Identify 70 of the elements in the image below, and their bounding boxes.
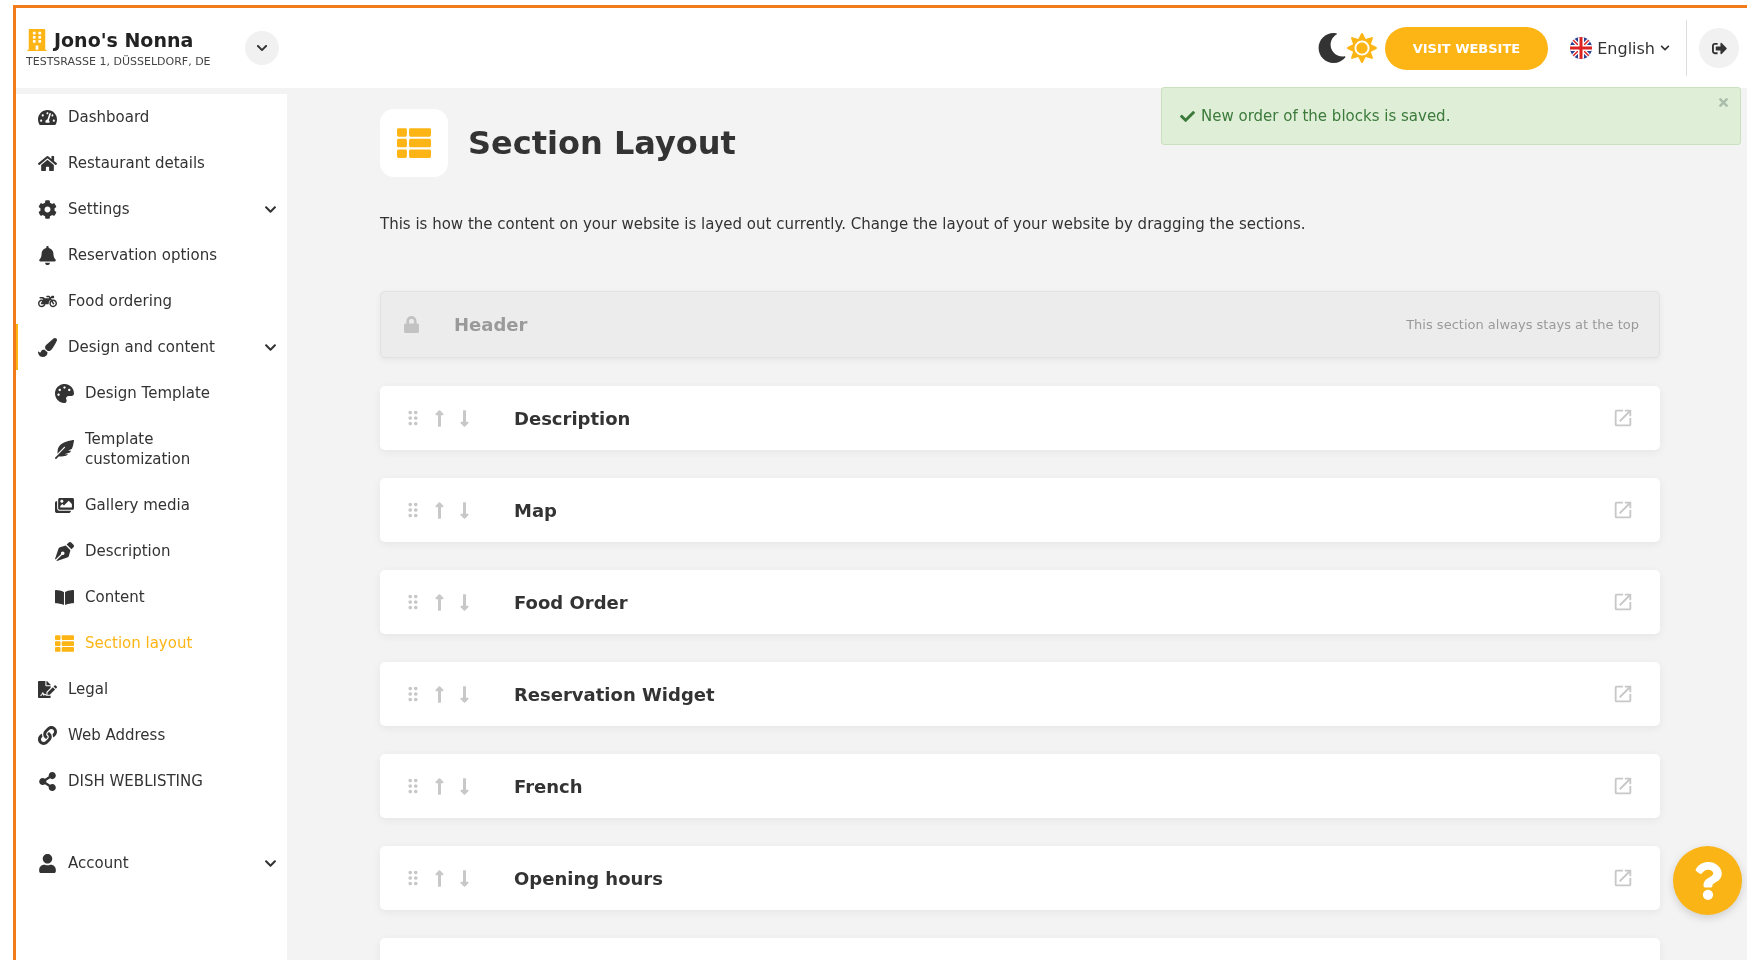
bell-icon — [38, 245, 57, 265]
chevron-down-icon — [255, 42, 268, 54]
section-note: This section always stays at the top — [1406, 317, 1639, 332]
section-label: Description — [514, 407, 632, 429]
section-label: Header — [454, 314, 529, 335]
link-icon — [38, 725, 57, 745]
section-card[interactable]: Map — [380, 478, 1660, 542]
section-card[interactable]: Opening hours — [380, 846, 1660, 910]
sidebar-item[interactable]: Description — [16, 528, 287, 574]
share-icon — [38, 771, 57, 791]
flag-icon — [1570, 37, 1593, 59]
collapse-button[interactable] — [244, 31, 279, 65]
external-link-icon[interactable] — [1612, 683, 1634, 705]
feather-icon — [55, 439, 74, 459]
sidebar-item[interactable]: Account — [16, 840, 287, 886]
page-description: This is how the content on your website is layed out currently. Change the layout of your website by dragging the sections. — [380, 215, 1307, 233]
sidebar-item[interactable]: Design Template — [16, 370, 287, 416]
images-icon — [55, 495, 74, 515]
sidebar-item[interactable]: Restaurant details — [16, 140, 287, 186]
sidebar-item[interactable]: Food ordering — [16, 278, 287, 324]
dashboard-icon — [38, 107, 57, 127]
section-label: Opening hours — [514, 867, 664, 889]
sidebar-item[interactable]: Legal — [16, 666, 287, 712]
sidebar-item[interactable]: Web Address — [16, 712, 287, 758]
close-button[interactable] — [1717, 96, 1730, 109]
section-label: Food Order — [514, 591, 629, 613]
palette-icon — [55, 383, 74, 403]
section-card[interactable]: Reservation Widget — [380, 662, 1660, 726]
document-pen-icon — [38, 679, 57, 699]
sidebar-item[interactable]: Content — [16, 574, 287, 620]
sidebar-item[interactable]: Reservation options — [16, 232, 287, 278]
sidebar-item[interactable]: DISH WEBLISTING — [16, 758, 287, 804]
check-icon — [1180, 108, 1195, 124]
help-button[interactable] — [1673, 846, 1742, 915]
section-label: French — [514, 775, 584, 797]
section-label: Reservation Widget — [514, 683, 716, 705]
sidebar-item[interactable]: Settings — [16, 186, 287, 232]
external-link-icon[interactable] — [1612, 407, 1634, 429]
sidebar-item[interactable]: Gallery media — [16, 482, 287, 528]
sidebar-item[interactable]: Dashboard — [16, 94, 287, 140]
pen-nib-icon — [55, 541, 74, 561]
language-selector[interactable]: English — [1570, 37, 1670, 59]
logout-button[interactable] — [1699, 28, 1739, 68]
chevron-down-icon — [1660, 43, 1670, 53]
section-card[interactable]: Food Order — [380, 570, 1660, 634]
external-link-icon[interactable] — [1612, 499, 1634, 521]
list-icon — [380, 109, 448, 177]
book-icon — [55, 587, 74, 607]
page-title: Section Layout — [468, 124, 736, 162]
section-label: Map — [514, 499, 558, 521]
list-icon — [55, 633, 74, 653]
external-link-icon[interactable] — [1612, 775, 1634, 797]
restaurant-name: Jono's Nonna — [54, 28, 194, 51]
settings-icon — [38, 199, 57, 219]
moon-icon[interactable] — [1316, 33, 1347, 63]
section-card[interactable]: Description — [380, 386, 1660, 450]
house-icon — [38, 153, 57, 173]
sidebar-item[interactable]: Template customization — [16, 416, 287, 482]
sidebar-item[interactable]: Design and content — [16, 324, 287, 370]
section-card[interactable]: French — [380, 754, 1660, 818]
lock-icon — [403, 316, 420, 333]
external-link-icon[interactable] — [1612, 591, 1634, 613]
logout-icon — [1711, 40, 1727, 56]
external-link-icon[interactable] — [1612, 867, 1634, 889]
restaurant-address: TESTSRASSE 1, DÜSSELDORF, DE — [26, 54, 211, 68]
paintbrush-icon — [38, 337, 57, 357]
toast-message: New order of the blocks is saved. — [1201, 107, 1451, 125]
close-icon — [1717, 96, 1730, 109]
user-icon — [38, 853, 57, 873]
building-icon — [26, 28, 48, 51]
